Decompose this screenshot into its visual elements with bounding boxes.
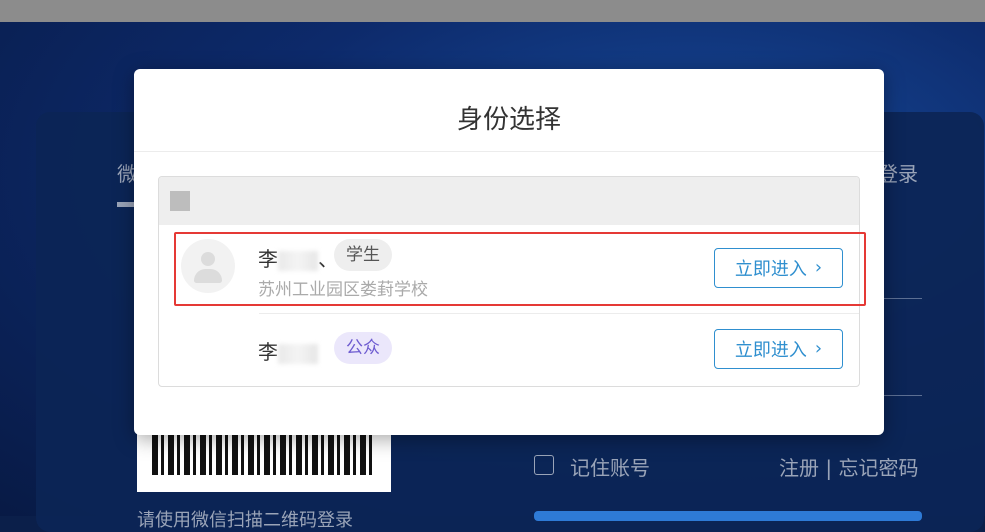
enter-now-label: 立即进入 bbox=[734, 340, 807, 361]
role-badge-public: 公众 bbox=[334, 332, 392, 364]
identity-name-text: 李 bbox=[258, 247, 278, 271]
identity-name: 李、 bbox=[258, 243, 338, 272]
school-name: 苏州工业园区娄葑学校 bbox=[258, 280, 428, 300]
identity-select-dialog: 身份选择 李、 学生 苏州工业园区娄葑学校 立即进入 › 李 公众 立即进入 › bbox=[134, 69, 884, 435]
identity-row-student: 李、 学生 苏州工业园区娄葑学校 立即进入 › bbox=[159, 225, 859, 313]
avatar-head bbox=[201, 252, 215, 266]
enter-now-button[interactable]: 立即进入 › bbox=[714, 248, 843, 288]
redacted-name bbox=[278, 250, 318, 271]
chevron-right-icon: › bbox=[814, 338, 823, 359]
group-logo-placeholder bbox=[170, 191, 190, 211]
role-badge-student: 学生 bbox=[334, 239, 392, 271]
chevron-right-icon: › bbox=[814, 257, 823, 278]
user-avatar-icon bbox=[181, 239, 235, 293]
identity-list: 李、 学生 苏州工业园区娄葑学校 立即进入 › 李 公众 立即进入 › bbox=[158, 176, 860, 387]
redacted-name bbox=[278, 343, 318, 364]
identity-name: 李 bbox=[258, 336, 318, 365]
enter-now-label: 立即进入 bbox=[734, 259, 807, 280]
identity-row-public: 李 公众 立即进入 › bbox=[159, 314, 859, 386]
identity-name-text: 李 bbox=[258, 340, 278, 364]
avatar-body bbox=[194, 269, 222, 283]
dialog-divider bbox=[134, 151, 884, 152]
identity-group-header bbox=[159, 177, 859, 225]
enter-now-button[interactable]: 立即进入 › bbox=[714, 329, 843, 369]
dialog-title: 身份选择 bbox=[456, 105, 561, 135]
